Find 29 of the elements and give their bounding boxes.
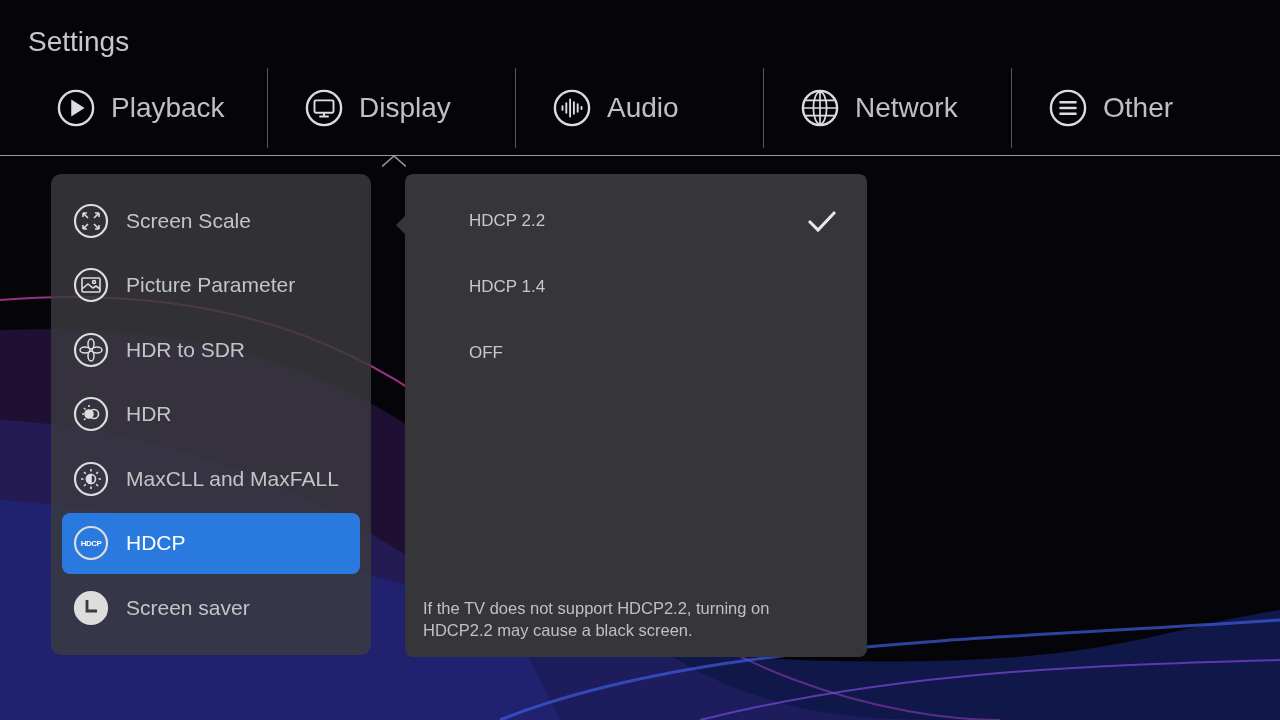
menu-item[interactable]: HDCP HDCP — [62, 512, 360, 574]
category-tab[interactable]: Display — [268, 68, 516, 148]
clock-icon — [73, 590, 109, 627]
category-tab[interactable]: Network — [764, 68, 1012, 148]
option-item[interactable]: HDCP 2.2 — [423, 188, 837, 254]
option-item[interactable]: OFF — [423, 320, 837, 386]
sound-wave-icon — [553, 89, 591, 127]
sun-moon-icon — [73, 396, 109, 433]
globe-icon — [801, 89, 839, 127]
flower-icon — [73, 331, 109, 368]
category-tab[interactable]: Audio — [516, 68, 764, 148]
hdcp-icon: HDCP — [73, 525, 109, 562]
menu-item[interactable]: Screen saver — [62, 577, 360, 639]
hint-text: If the TV does not support HDCP2.2, turning on HDCP2.2 may cause a black screen. — [423, 598, 771, 641]
image-icon — [73, 267, 109, 304]
monitor-icon — [305, 89, 343, 127]
option-item[interactable]: HDCP 1.4 — [423, 254, 837, 320]
brightness-icon — [73, 460, 109, 497]
menu-icon — [1049, 89, 1087, 127]
menu-item[interactable]: HDR — [62, 383, 360, 445]
page-title: Settings — [27, 25, 131, 58]
category-tab[interactable]: Other — [1012, 68, 1260, 148]
menu-item[interactable]: Screen Scale — [62, 190, 360, 251]
menu-item[interactable]: Picture Parameter — [62, 254, 360, 316]
menu-item[interactable]: HDR to SDR — [62, 319, 360, 381]
expand-icon — [73, 202, 109, 239]
menu-item[interactable]: MaxCLL and MaxFALL — [62, 448, 360, 510]
play-icon — [57, 89, 95, 127]
category-tab[interactable]: Playback — [20, 68, 268, 148]
